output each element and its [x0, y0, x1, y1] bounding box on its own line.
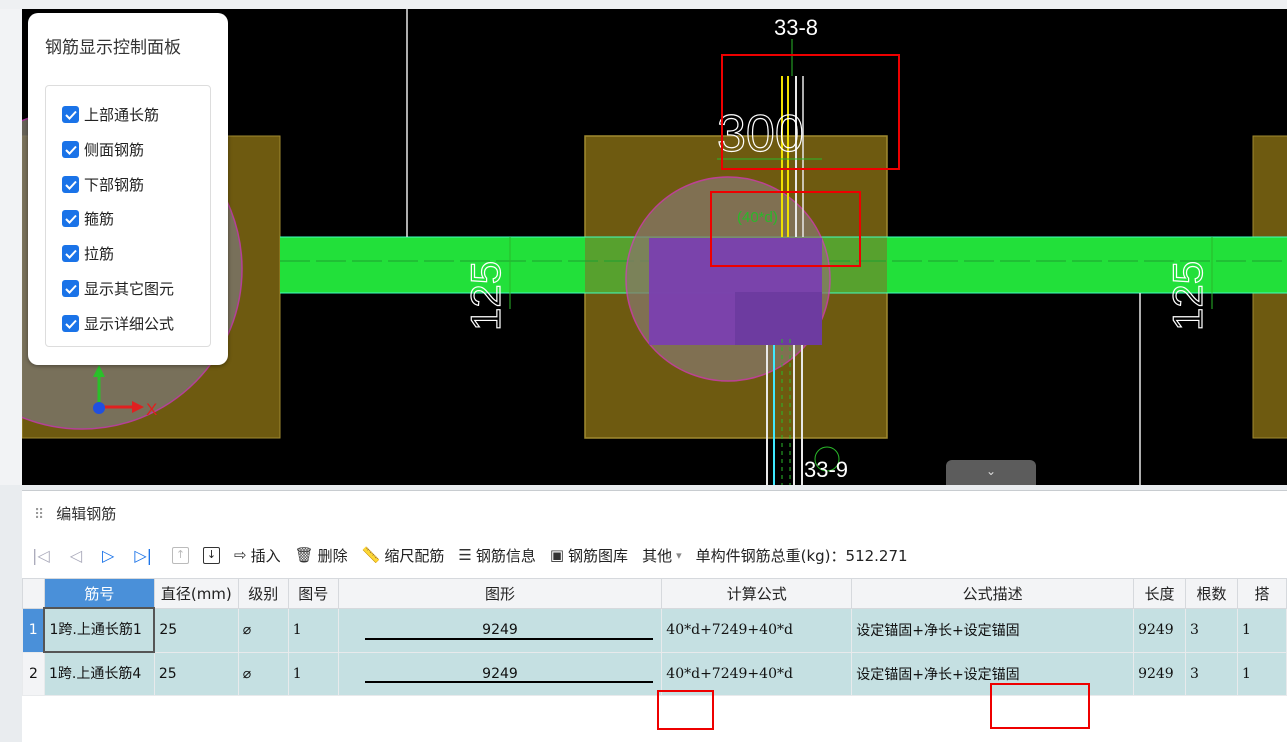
- col-length[interactable]: 长度: [1133, 578, 1187, 609]
- next-record-icon[interactable]: ▷: [102, 546, 114, 565]
- delete-button[interactable]: 🗑 删除: [295, 545, 348, 566]
- axis-label-bottom: 33-9: [804, 457, 848, 482]
- dimension-125-left: 125: [462, 261, 509, 331]
- checkbox-icon[interactable]: [62, 280, 79, 297]
- col-figure-no[interactable]: 图号: [287, 578, 339, 609]
- checkbox-icon[interactable]: [62, 245, 79, 262]
- editor-title: ⠿ 编辑钢筋: [34, 505, 117, 523]
- trash-icon: 🗑: [294, 546, 314, 564]
- cell-diameter[interactable]: 25: [153, 607, 239, 653]
- cell-bar-name[interactable]: 1跨.上通长筋4: [43, 651, 155, 696]
- table-row[interactable]: 1 1跨.上通长筋1 25 ⌀ 1 9249 40*d+7249+40*d 设定…: [22, 607, 1287, 653]
- dimension-125-right: 125: [1164, 261, 1211, 331]
- library-icon: ▣: [549, 546, 565, 564]
- cell-formula[interactable]: 40*d+7249+40*d: [661, 607, 853, 653]
- ruler-icon: 📏: [361, 546, 381, 564]
- cell-count[interactable]: 3: [1185, 607, 1238, 653]
- col-description[interactable]: 公式描述: [851, 578, 1135, 609]
- checkbox-icon[interactable]: [62, 315, 79, 332]
- insert-button[interactable]: ⇨ 插入: [234, 545, 281, 566]
- cell-shape[interactable]: 9249: [337, 607, 663, 653]
- highlight-box-anchor: [710, 191, 861, 267]
- checkbox-icon[interactable]: [62, 176, 79, 193]
- left-tool-strip: [0, 9, 23, 485]
- col-bar-number[interactable]: 筋号: [43, 578, 155, 609]
- cell-diameter[interactable]: 25: [153, 651, 239, 696]
- rebar-shape-line: [364, 637, 654, 640]
- cell-grade[interactable]: ⌀: [237, 607, 289, 653]
- cell-lap[interactable]: 1: [1236, 607, 1287, 653]
- prev-record-icon[interactable]: ◁: [70, 546, 82, 565]
- checkbox-icon[interactable]: [62, 106, 79, 123]
- option-detailed-formula[interactable]: 显示详细公式: [62, 313, 174, 334]
- move-up-icon[interactable]: ↑: [172, 546, 190, 564]
- chevron-down-icon: ⌄: [985, 464, 997, 478]
- table-row[interactable]: 2 1跨.上通长筋4 25 ⌀ 1 9249 40*d+7249+40*d 设定…: [22, 651, 1287, 696]
- last-record-icon[interactable]: ▷|: [134, 546, 152, 565]
- row-number[interactable]: 2: [22, 651, 45, 696]
- axis-x-label: X: [146, 400, 157, 419]
- rebar-info-button[interactable]: ☰ 钢筋信息: [458, 545, 535, 566]
- axis-label-top: 33-8: [774, 15, 818, 40]
- cell-length[interactable]: 9249: [1133, 651, 1187, 696]
- other-menu[interactable]: 其他 ▾: [642, 545, 682, 566]
- top-bar: [0, 0, 1287, 9]
- editor-toolbar: |◁ ◁ ▷ ▷| ↑ ↓ ⇨ 插入 🗑 删除 📏 缩尺配筋 ☰ 钢筋信息 ▣ 钢筋图库 …: [32, 541, 922, 569]
- col-formula[interactable]: 计算公式: [661, 578, 853, 609]
- scale-rebar-button[interactable]: 📏 缩尺配筋: [362, 545, 445, 566]
- cell-description[interactable]: 设定锚固+净长+设定锚固: [851, 607, 1135, 653]
- highlight-box-300: [721, 54, 900, 170]
- option-top-rebar[interactable]: 上部通长筋: [62, 104, 159, 125]
- rebar-editor-panel: ⠿ 编辑钢筋 |◁ ◁ ▷ ▷| ↑ ↓ ⇨ 插入 🗑 删除 📏 缩尺配筋 ☰ 钢筋信息 …: [22, 490, 1287, 742]
- col-count[interactable]: 根数: [1185, 578, 1238, 609]
- panel-title: 钢筋显示控制面板: [45, 38, 181, 58]
- option-stirrup[interactable]: 箍筋: [62, 208, 114, 229]
- col-diameter[interactable]: 直径(mm): [153, 578, 239, 609]
- cell-figure-no[interactable]: 1: [287, 607, 339, 653]
- expand-toggle[interactable]: ⌄: [946, 460, 1036, 485]
- cell-length[interactable]: 9249: [1133, 607, 1187, 653]
- caret-down-icon: ▾: [676, 548, 682, 562]
- option-side-rebar[interactable]: 侧面钢筋: [62, 139, 144, 160]
- cell-bar-name[interactable]: 1跨.上通长筋1: [43, 607, 156, 653]
- checkbox-icon[interactable]: [62, 141, 79, 158]
- rebar-shape-line: [364, 681, 654, 683]
- total-weight: 单构件钢筋总重(kg)：512.271: [695, 546, 908, 565]
- cell-formula[interactable]: 40*d+7249+40*d: [661, 651, 853, 696]
- highlight-box-formula: [657, 690, 714, 730]
- highlight-box-description: [990, 683, 1090, 729]
- cell-lap[interactable]: 1: [1236, 651, 1287, 696]
- col-grade[interactable]: 级别: [237, 578, 289, 609]
- drag-grip-icon[interactable]: ⠿: [34, 507, 44, 523]
- table-header: 筋号 直径(mm) 级别 图号 图形 计算公式 公式描述 长度 根数 搭: [22, 578, 1287, 609]
- rebar-display-panel: 钢筋显示控制面板 上部通长筋 侧面钢筋 下部钢筋 箍筋 拉筋 显示其它图元 显示…: [28, 13, 228, 365]
- rebar-library-button[interactable]: ▣ 钢筋图库: [550, 545, 628, 566]
- cell-grade[interactable]: ⌀: [237, 651, 289, 696]
- option-tie-bar[interactable]: 拉筋: [62, 243, 114, 264]
- first-record-icon[interactable]: |◁: [32, 546, 50, 565]
- cell-shape[interactable]: 9249: [337, 651, 663, 696]
- row-number[interactable]: 1: [22, 607, 45, 653]
- option-other-elements[interactable]: 显示其它图元: [62, 278, 174, 299]
- checkbox-icon[interactable]: [62, 210, 79, 227]
- col-shape[interactable]: 图形: [337, 578, 663, 609]
- cell-figure-no[interactable]: 1: [287, 651, 339, 696]
- panel-options: 上部通长筋 侧面钢筋 下部钢筋 箍筋 拉筋 显示其它图元 显示详细公式: [45, 85, 211, 347]
- col-lap[interactable]: 搭: [1236, 578, 1287, 609]
- move-down-icon[interactable]: ↓: [203, 546, 221, 564]
- purple-block-2: [735, 292, 822, 345]
- insert-icon: ⇨: [234, 546, 247, 564]
- option-bottom-rebar[interactable]: 下部钢筋: [62, 174, 144, 195]
- cell-count[interactable]: 3: [1185, 651, 1238, 696]
- rebar-table: 筋号 直径(mm) 级别 图号 图形 计算公式 公式描述 长度 根数 搭 1 1…: [22, 578, 1287, 696]
- info-list-icon: ☰: [458, 546, 472, 564]
